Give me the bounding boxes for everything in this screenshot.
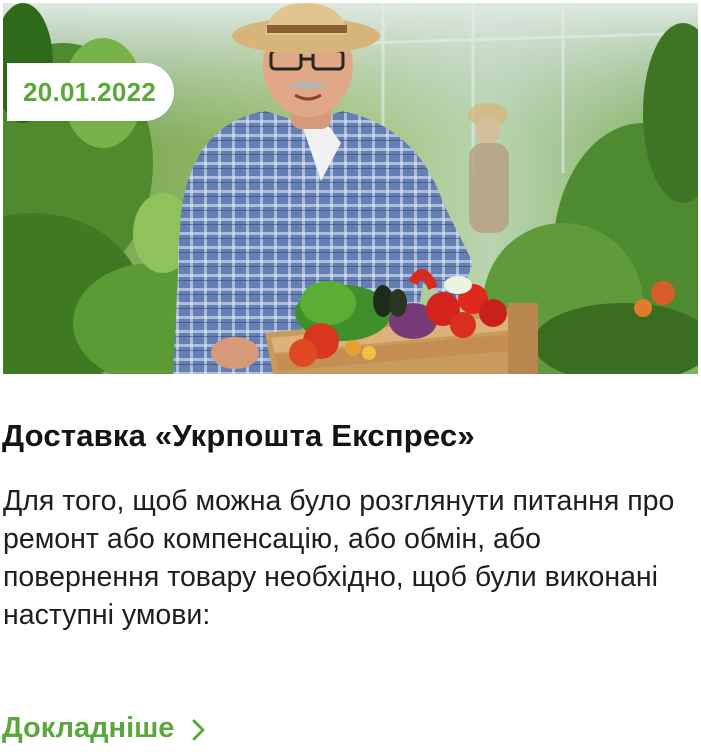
greenhouse-photo <box>3 3 698 374</box>
article-description: Для того, щоб можна було розглянути пита… <box>3 485 675 631</box>
article-title[interactable]: Доставка «Укрпошта Експрес» <box>2 418 692 454</box>
read-more-label: Докладніше <box>2 712 175 744</box>
date-badge: 20.01.2022 <box>7 63 175 121</box>
chevron-right-icon <box>192 717 206 741</box>
article-image[interactable]: 20.01.2022 <box>3 3 698 374</box>
read-more-link[interactable]: Докладніше <box>2 712 206 745</box>
news-card: 20.01.2022 Доставка «Укрпошта Експрес» Д… <box>0 0 701 752</box>
